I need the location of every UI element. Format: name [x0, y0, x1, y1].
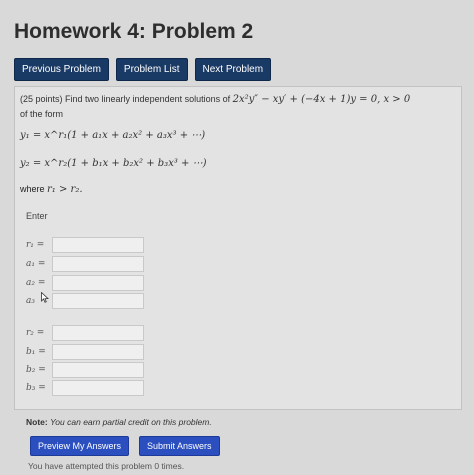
a1-input[interactable]	[52, 256, 144, 272]
b1-input[interactable]	[52, 344, 144, 360]
next-problem-button[interactable]: Next Problem	[194, 58, 272, 81]
r1-input[interactable]	[52, 237, 144, 253]
note-text: You can earn partial credit on this prob…	[50, 417, 212, 427]
submit-answers-button[interactable]: Submit Answers	[139, 436, 220, 456]
previous-problem-button[interactable]: Previous Problem	[14, 58, 109, 81]
field-row-a2: a₂ =	[26, 275, 144, 291]
a3-input[interactable]	[52, 293, 144, 309]
field-row-b1: b₁ =	[26, 344, 144, 360]
enter-label: Enter	[26, 211, 48, 221]
solution-y2: y₂ = x^r₂(1 + b₁x + b₂x² + b₃x³ + ⋯)	[20, 158, 207, 169]
b3-label: b₃ =	[26, 383, 46, 393]
where-condition: r₁ > r₂.	[47, 184, 83, 195]
field-row-b3: b₃ =	[26, 380, 144, 396]
problem-nav: Previous Problem Problem List Next Probl…	[14, 58, 272, 81]
field-row-a1: a₁ =	[26, 256, 144, 272]
where-line: where r₁ > r₂.	[20, 184, 83, 195]
b2-input[interactable]	[52, 362, 144, 378]
a2-input[interactable]	[52, 275, 144, 291]
where-label: where	[20, 184, 45, 194]
problem-equation: 2x²y″ − xy′ + (−4x + 1)y = 0, x > 0	[232, 94, 411, 105]
a2-label: a₂ =	[26, 278, 46, 288]
preview-answers-button[interactable]: Preview My Answers	[30, 436, 130, 456]
solution-y1: y₁ = x^r₁(1 + a₁x + a₂x² + a₃x³ + ⋯)	[20, 130, 206, 141]
problem-statement: (25 points) Find two linearly independen…	[20, 92, 450, 121]
b3-input[interactable]	[52, 380, 144, 396]
r2-label: r₂ =	[26, 328, 45, 338]
r2-input[interactable]	[52, 325, 144, 341]
note-label: Note:	[26, 417, 48, 427]
page-title: Homework 4: Problem 2	[14, 20, 254, 43]
page: Homework 4: Problem 2 Previous Problem P…	[0, 0, 474, 475]
partial-credit-note: Note: You can earn partial credit on thi…	[26, 417, 212, 427]
attempts-status: You have attempted this problem 0 times.	[28, 461, 185, 471]
a1-label: a₁ =	[26, 259, 46, 269]
field-row-r2: r₂ =	[26, 325, 144, 341]
b2-label: b₂ =	[26, 365, 46, 375]
field-row-r1: r₁ =	[26, 237, 144, 253]
problem-intro: (25 points) Find two linearly independen…	[20, 94, 231, 104]
r1-label: r₁ =	[26, 240, 45, 250]
field-row-b2: b₂ =	[26, 362, 144, 378]
b1-label: b₁ =	[26, 347, 46, 357]
problem-list-button[interactable]: Problem List	[115, 58, 188, 81]
problem-form-label: of the form	[20, 109, 64, 119]
answer-actions: Preview My Answers Submit Answers	[30, 436, 220, 456]
mouse-pointer-icon	[41, 292, 49, 303]
